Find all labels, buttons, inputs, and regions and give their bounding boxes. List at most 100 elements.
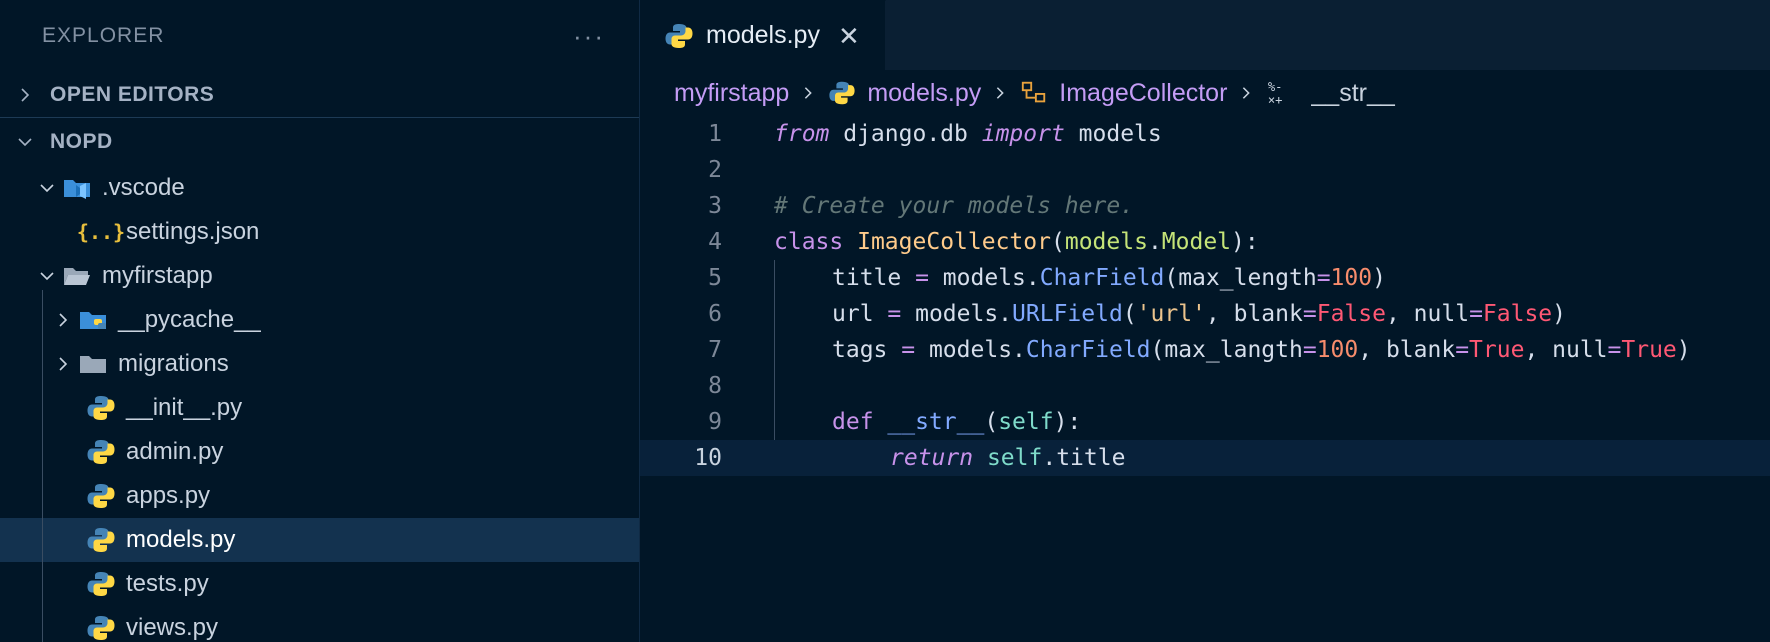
python-file-icon bbox=[86, 525, 116, 555]
python-file-icon bbox=[86, 613, 116, 642]
vscode-window: EXPLORER ··· OPEN EDITORS NOPD .vscode {… bbox=[0, 0, 1770, 642]
chevron-right-icon bbox=[14, 84, 36, 106]
chevron-right-icon bbox=[801, 86, 815, 100]
code-line: 4 class ImageCollector(models.Model): bbox=[640, 224, 1770, 260]
open-editors-section[interactable]: OPEN EDITORS bbox=[0, 72, 639, 118]
python-file-icon bbox=[86, 569, 116, 599]
python-file-icon bbox=[664, 21, 694, 51]
operator-symbol-icon: %- ×+ bbox=[1265, 78, 1295, 108]
breadcrumb-method[interactable]: %- ×+ __str__ bbox=[1265, 78, 1395, 108]
line-number: 5 bbox=[708, 265, 722, 291]
workspace-section[interactable]: NOPD bbox=[0, 118, 639, 166]
chevron-down-icon bbox=[36, 177, 58, 199]
code-line: 2 bbox=[640, 152, 1770, 188]
chevron-down-icon bbox=[36, 265, 58, 287]
folder-open-icon bbox=[62, 261, 92, 291]
code-comment: # Create your models here. bbox=[774, 193, 1135, 219]
workspace-label: NOPD bbox=[50, 130, 113, 153]
code-line: 7 tags = models.CharField(max_langth=100… bbox=[640, 332, 1770, 368]
folder-icon bbox=[78, 349, 108, 379]
code-line: 6 url = models.URLField('url', blank=Fal… bbox=[640, 296, 1770, 332]
line-number: 2 bbox=[708, 157, 722, 183]
code-line: 3 # Create your models here. bbox=[640, 188, 1770, 224]
tree-item-label: myfirstapp bbox=[102, 262, 213, 289]
open-editors-label: OPEN EDITORS bbox=[50, 82, 215, 106]
breadcrumb-folder[interactable]: myfirstapp bbox=[674, 79, 789, 108]
tree-item-admin-py[interactable]: admin.py bbox=[0, 430, 639, 474]
tree-item-settings-json[interactable]: {..} settings.json bbox=[0, 210, 639, 254]
code-line: 5 title = models.CharField(max_length=10… bbox=[640, 260, 1770, 296]
tree-item-models-py[interactable]: models.py bbox=[0, 518, 639, 562]
code-text: return self.title bbox=[890, 445, 1126, 471]
tree-item-label: admin.py bbox=[126, 438, 224, 465]
tree-item-label: models.py bbox=[126, 526, 236, 553]
svg-text:×+: ×+ bbox=[1268, 93, 1283, 107]
tree-indent-guide bbox=[42, 290, 43, 642]
line-number: 6 bbox=[708, 301, 722, 327]
editor-area: models.py ✕ myfirstapp models.py ImageCo… bbox=[640, 0, 1770, 642]
tree-item-label: migrations bbox=[118, 350, 229, 377]
code-text: from django.db import models bbox=[774, 121, 1162, 147]
python-folder-icon bbox=[78, 305, 108, 335]
tree-item-apps-py[interactable]: apps.py bbox=[0, 474, 639, 518]
code-text: class ImageCollector(models.Model): bbox=[774, 229, 1259, 255]
code-editor[interactable]: 1 from django.db import models 2 3 # Cre… bbox=[640, 116, 1770, 476]
tree-item-label: tests.py bbox=[126, 570, 209, 597]
python-file-icon bbox=[827, 78, 857, 108]
code-line: 9 def __str__(self): bbox=[640, 404, 1770, 440]
vscode-folder-icon bbox=[62, 173, 92, 203]
breadcrumb-class[interactable]: ImageCollector bbox=[1019, 78, 1227, 108]
line-number: 7 bbox=[708, 337, 722, 363]
breadcrumb-label: models.py bbox=[867, 78, 982, 107]
chevron-right-icon bbox=[1239, 86, 1253, 100]
line-number: 4 bbox=[708, 229, 722, 255]
tree-item-migrations-folder[interactable]: migrations bbox=[0, 342, 639, 386]
line-number: 10 bbox=[694, 445, 722, 471]
tree-item-tests-py[interactable]: tests.py bbox=[0, 562, 639, 606]
explorer-title: EXPLORER bbox=[42, 24, 165, 47]
breadcrumb: myfirstapp models.py ImageCollector %- ×… bbox=[640, 70, 1770, 116]
tab-bar: models.py ✕ bbox=[640, 0, 1770, 70]
breadcrumb-label: __str__ bbox=[1311, 78, 1395, 107]
class-symbol-icon bbox=[1019, 78, 1049, 108]
python-file-icon bbox=[86, 393, 116, 423]
code-line: 1 from django.db import models bbox=[640, 116, 1770, 152]
python-file-icon bbox=[86, 481, 116, 511]
tab-label: models.py bbox=[706, 21, 820, 49]
python-file-icon bbox=[86, 437, 116, 467]
tree-item-label: views.py bbox=[126, 614, 219, 641]
tree-item-views-py[interactable]: views.py bbox=[0, 606, 639, 642]
explorer-sidebar: EXPLORER ··· OPEN EDITORS NOPD .vscode {… bbox=[0, 0, 640, 642]
tab-models-py[interactable]: models.py ✕ bbox=[640, 0, 886, 70]
code-text: tags = models.CharField(max_langth=100, … bbox=[832, 337, 1691, 363]
tree-item-label: .vscode bbox=[102, 174, 185, 201]
tree-item-label: __init__.py bbox=[126, 394, 243, 421]
tree-item-label: __pycache__ bbox=[118, 306, 261, 333]
line-number: 3 bbox=[708, 193, 722, 219]
chevron-down-icon bbox=[14, 131, 36, 153]
breadcrumb-label: ImageCollector bbox=[1059, 78, 1228, 107]
code-text: url = models.URLField('url', blank=False… bbox=[832, 301, 1567, 327]
code-text: def __str__(self): bbox=[832, 409, 1082, 435]
json-file-icon: {..} bbox=[76, 220, 126, 244]
svg-text:%-: %- bbox=[1268, 80, 1283, 94]
breadcrumb-file[interactable]: models.py bbox=[827, 78, 981, 108]
line-number: 8 bbox=[708, 373, 722, 399]
close-icon[interactable]: ✕ bbox=[838, 23, 860, 49]
code-text: title = models.CharField(max_length=100) bbox=[832, 265, 1386, 291]
chevron-right-icon bbox=[52, 353, 74, 375]
chevron-right-icon bbox=[993, 86, 1007, 100]
code-line: 8 bbox=[640, 368, 1770, 404]
tree-item-init-py[interactable]: __init__.py bbox=[0, 386, 639, 430]
chevron-right-icon bbox=[52, 309, 74, 331]
code-line-current: 10 return self.title bbox=[640, 440, 1770, 476]
breadcrumb-label: myfirstapp bbox=[674, 78, 790, 107]
tree-item-vscode-folder[interactable]: .vscode bbox=[0, 166, 639, 210]
explorer-header: EXPLORER ··· bbox=[0, 0, 639, 72]
tree-item-label: settings.json bbox=[126, 218, 260, 245]
line-number: 9 bbox=[708, 409, 722, 435]
tree-item-pycache-folder[interactable]: __pycache__ bbox=[0, 298, 639, 342]
tree-item-myfirstapp-folder[interactable]: myfirstapp bbox=[0, 254, 639, 298]
tree-item-label: apps.py bbox=[126, 482, 211, 509]
more-actions-icon[interactable]: ··· bbox=[573, 23, 605, 49]
